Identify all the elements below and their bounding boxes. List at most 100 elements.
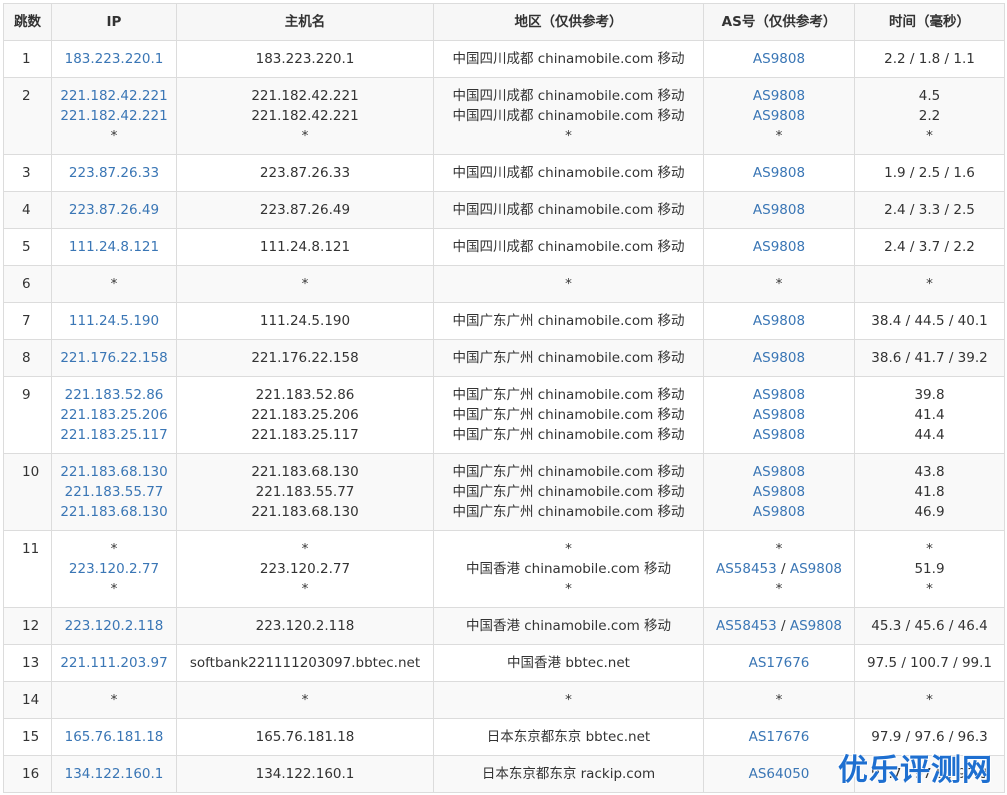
region-cell: 中国香港 bbtec.net: [433, 644, 704, 682]
as-link[interactable]: AS9808: [753, 51, 805, 67]
ip-link[interactable]: 111.24.5.190: [52, 311, 176, 331]
as-link[interactable]: AS9808: [753, 239, 805, 255]
header-hostname: 主机名: [176, 3, 434, 41]
hostname-cell: 223.120.2.118: [176, 607, 434, 645]
header-hop: 跳数: [3, 3, 52, 41]
time-text: 39.8: [914, 387, 945, 403]
as-link[interactable]: AS17676: [749, 655, 810, 671]
time-text: *: [926, 541, 933, 557]
ip-cell: 221.183.68.130 221.183.55.77 221.183.68.13…: [51, 453, 177, 531]
hostname-cell: *: [176, 265, 434, 303]
time-text: 45.3 / 45.6 / 46.4: [871, 618, 988, 634]
ip-link[interactable]: 223.87.26.33: [52, 163, 176, 183]
as-link[interactable]: AS9808: [790, 561, 842, 577]
time-text: *: [926, 692, 933, 708]
hop-number: 16: [3, 755, 52, 793]
as-link[interactable]: AS9808: [753, 484, 805, 500]
hostname-text: 221.183.25.206: [251, 407, 359, 423]
time-cell: *: [854, 681, 1005, 719]
ip-link: *: [110, 581, 118, 597]
region-text: 中国四川成都 chinamobile.com 移动: [452, 239, 685, 255]
ip-link[interactable]: 221.183.68.130: [52, 462, 176, 482]
as-link[interactable]: AS9808: [753, 108, 805, 124]
ip-link[interactable]: 111.24.8.121: [52, 237, 176, 257]
region-cell: 中国四川成都 chinamobile.com 移动: [433, 40, 704, 78]
ip-link[interactable]: 134.122.160.1: [52, 764, 176, 784]
as-link: *: [775, 541, 783, 557]
ip-link[interactable]: 223.87.26.49: [52, 200, 176, 220]
as-link[interactable]: AS9808: [753, 464, 805, 480]
ip-link[interactable]: 221.176.22.158: [52, 348, 176, 368]
as-link[interactable]: AS58453: [716, 561, 777, 577]
hostname-text: softbank221111203097.bbtec.net: [189, 655, 421, 671]
time-text: 41.4: [914, 407, 945, 423]
hostname-cell: softbank221111203097.bbtec.net: [176, 644, 434, 682]
as-link[interactable]: AS64050: [749, 766, 810, 782]
hostname-cell: 221.183.52.86 221.183.25.206 221.183.25.11…: [176, 376, 434, 454]
time-text: 2.2: [918, 108, 941, 124]
as-link[interactable]: AS9808: [753, 387, 805, 403]
ip-link[interactable]: 223.120.2.118: [52, 616, 176, 636]
hop-number: 14: [3, 681, 52, 719]
ip-link[interactable]: 183.223.220.1: [52, 49, 176, 69]
ip-link[interactable]: 221.183.25.206: [52, 405, 176, 425]
ip-cell: 223.87.26.49: [51, 191, 177, 229]
ip-link[interactable]: 223.120.2.77: [52, 559, 176, 579]
table-row: 14 * * * * *: [3, 681, 1005, 719]
ip-link[interactable]: 165.76.181.18: [52, 727, 176, 747]
as-link[interactable]: AS9808: [753, 427, 805, 443]
region-text: 中国广东广州 chinamobile.com 移动: [452, 313, 685, 329]
time-cell: 4.5 2.2 *: [854, 77, 1005, 155]
as-link[interactable]: AS9808: [753, 165, 805, 181]
header-as-number: AS号（仅供参考）: [703, 3, 855, 41]
hop-number: 1: [3, 40, 52, 78]
region-text: 中国广东广州 chinamobile.com 移动: [452, 387, 685, 403]
region-text: 中国广东广州 chinamobile.com 移动: [452, 427, 685, 443]
hop-number: 13: [3, 644, 52, 682]
ip-link[interactable]: 221.183.55.77: [52, 482, 176, 502]
table-row: 5 111.24.8.121 111.24.8.121 中国四川成都 chinamob…: [3, 228, 1005, 266]
as-cell: AS9808 AS9808 *: [703, 77, 855, 155]
time-cell: 38.6 / 41.7 / 39.2: [854, 339, 1005, 377]
ip-link[interactable]: 221.182.42.221: [52, 86, 176, 106]
as-cell: AS17676: [703, 644, 855, 682]
as-line: AS9808: [704, 311, 854, 331]
time-cell: 2.4 / 3.3 / 2.5: [854, 191, 1005, 229]
hop-number: 12: [3, 607, 52, 645]
as-link[interactable]: AS58453: [716, 618, 777, 634]
region-text: 中国香港 chinamobile.com 移动: [465, 561, 672, 577]
as-link: *: [775, 692, 783, 708]
as-link[interactable]: AS9808: [753, 350, 805, 366]
as-line: *: [704, 126, 854, 146]
as-cell: AS9808: [703, 191, 855, 229]
ip-link[interactable]: 221.182.42.221: [52, 106, 176, 126]
table-row: 6 * * * * *: [3, 265, 1005, 303]
ip-link[interactable]: 221.111.203.97: [52, 653, 176, 673]
as-link[interactable]: AS17676: [749, 729, 810, 745]
region-text: 中国四川成都 chinamobile.com 移动: [452, 202, 685, 218]
ip-cell: 111.24.8.121: [51, 228, 177, 266]
as-link[interactable]: AS9808: [753, 88, 805, 104]
ip-cell: 183.223.220.1: [51, 40, 177, 78]
as-link[interactable]: AS9808: [753, 504, 805, 520]
ip-cell: * 223.120.2.77 *: [51, 530, 177, 608]
header-ip: IP: [51, 3, 177, 41]
ip-link[interactable]: 221.183.25.117: [52, 425, 176, 445]
as-cell: AS58453 / AS9808: [703, 607, 855, 645]
region-cell: 中国香港 chinamobile.com 移动: [433, 607, 704, 645]
table-row: 11 * 223.120.2.77 * * 223.120.2.77 * * 中国香港 chin…: [3, 530, 1005, 608]
as-link[interactable]: AS9808: [753, 313, 805, 329]
region-cell: 日本东京都东京 bbtec.net: [433, 718, 704, 756]
region-cell: *: [433, 265, 704, 303]
time-text: 97.9 / 97.6 / 96.3: [871, 729, 988, 745]
time-text: 41.8: [914, 484, 945, 500]
ip-link[interactable]: 221.183.52.86: [52, 385, 176, 405]
table-header-row: 跳数 IP 主机名 地区（仅供参考） AS号（仅供参考） 时间（毫秒）: [3, 3, 1005, 41]
ip-cell: 165.76.181.18: [51, 718, 177, 756]
as-link[interactable]: AS9808: [753, 202, 805, 218]
as-link[interactable]: AS9808: [790, 618, 842, 634]
ip-link[interactable]: 221.183.68.130: [52, 502, 176, 522]
time-text: 51.9: [914, 561, 945, 577]
ip-link: *: [110, 541, 118, 557]
as-link[interactable]: AS9808: [753, 407, 805, 423]
